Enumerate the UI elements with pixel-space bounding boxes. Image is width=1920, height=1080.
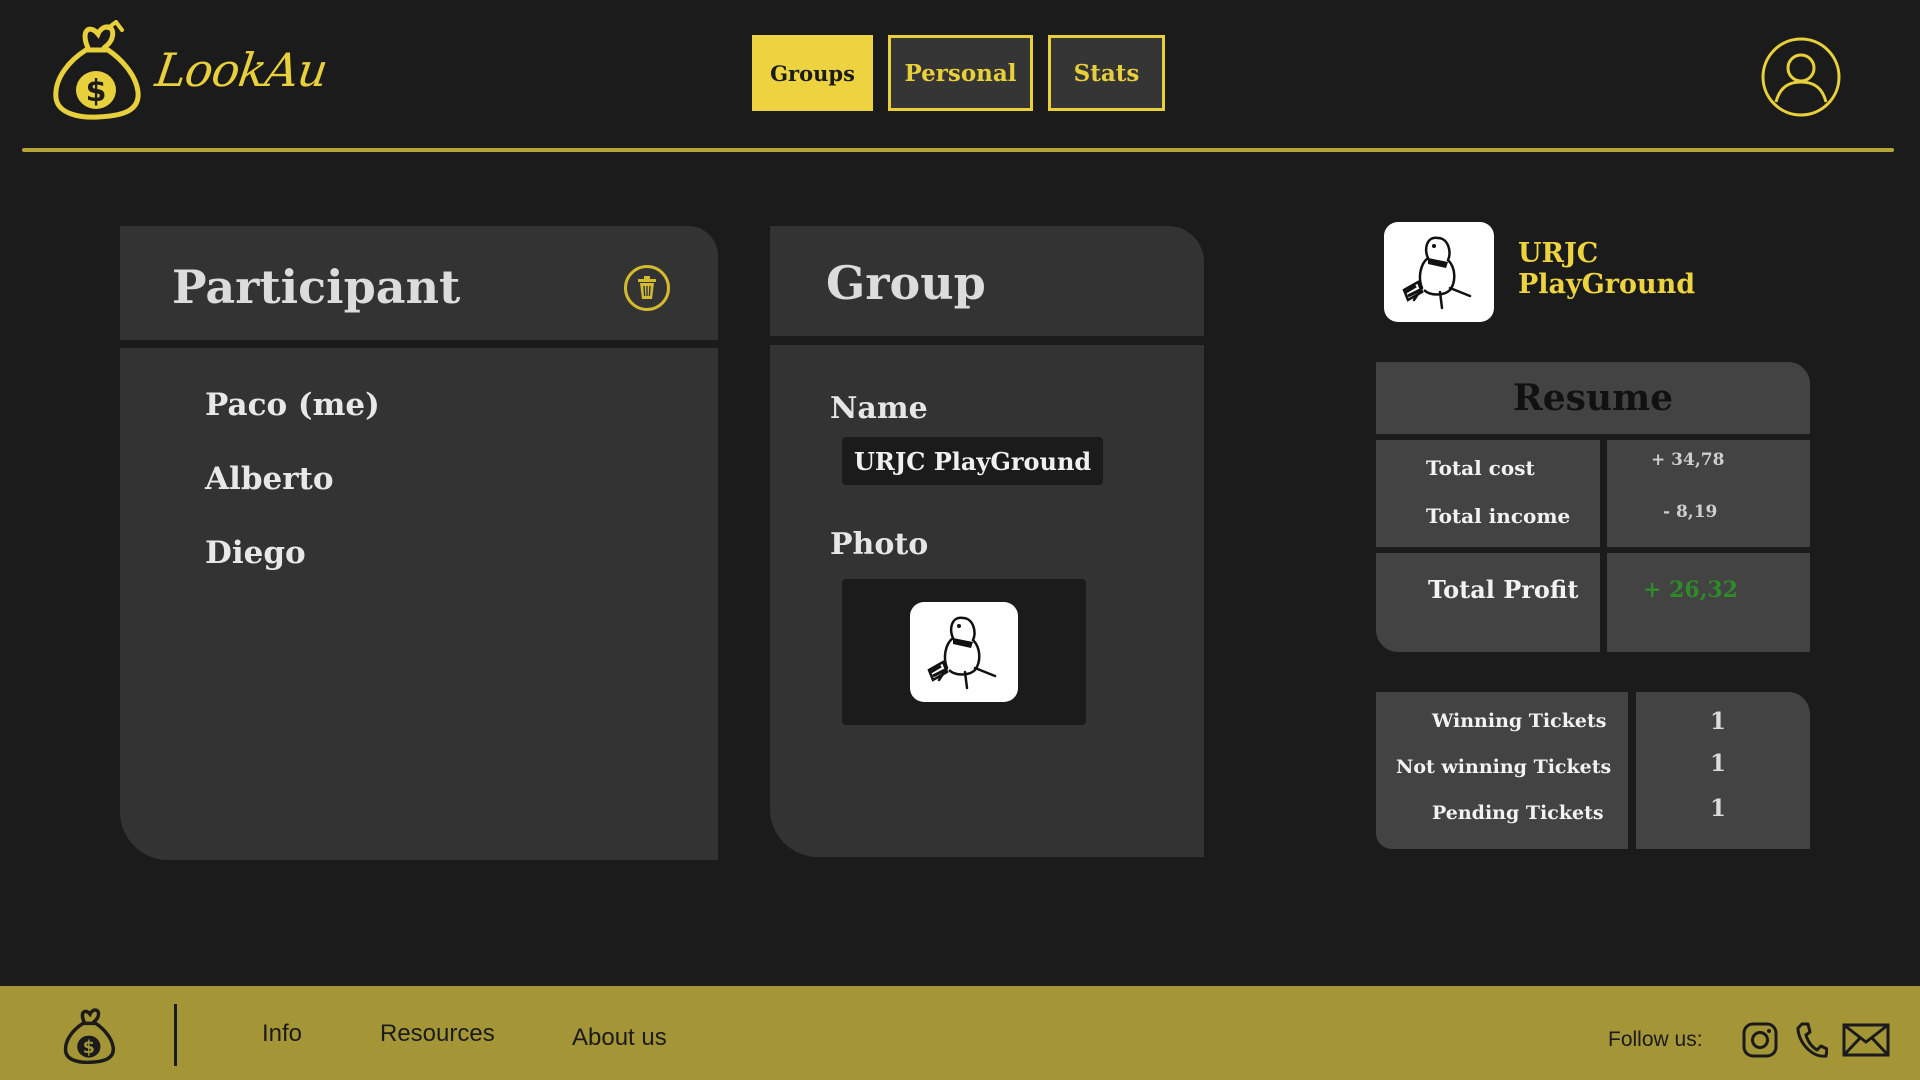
participant-item[interactable]: Alberto — [205, 464, 380, 538]
participant-item[interactable]: Paco (me) — [205, 390, 380, 464]
winning-tickets-count: 1 — [1710, 708, 1727, 735]
profit-label-cell: Total Profit — [1376, 553, 1600, 652]
summary-group-photo — [1384, 222, 1494, 322]
user-circle-icon[interactable] — [1760, 36, 1842, 118]
group-title: Group — [826, 256, 986, 310]
footer-divider — [174, 1004, 177, 1066]
tickets-labels: Winning Tickets Not winning Tickets Pend… — [1376, 692, 1628, 849]
svg-text:$: $ — [83, 1038, 95, 1058]
total-cost-value: + 34,78 — [1651, 450, 1725, 470]
total-cost-label: Total cost — [1426, 456, 1535, 480]
tab-personal[interactable]: Personal — [888, 35, 1033, 111]
photo-label: Photo — [830, 527, 929, 562]
instagram-icon[interactable] — [1742, 1022, 1778, 1058]
not-winning-tickets-label: Not winning Tickets — [1396, 756, 1612, 778]
group-photo — [910, 602, 1018, 702]
money-bag-icon[interactable]: $ — [62, 1006, 118, 1064]
group-name-field[interactable]: URJC PlayGround — [842, 437, 1104, 485]
total-income-label: Total income — [1426, 504, 1571, 528]
top-header: $ LookAu Groups Personal Stats — [0, 0, 1920, 152]
costs-labels: Total cost Total income — [1376, 440, 1600, 547]
penguin-avatar-icon — [1402, 236, 1472, 310]
total-profit-value: + 26,32 — [1643, 577, 1738, 603]
total-profit-label: Total Profit — [1428, 575, 1579, 604]
brand-logo[interactable]: $ LookAu — [50, 20, 331, 120]
svg-text:$: $ — [86, 74, 107, 109]
profit-value-cell: + 26,32 — [1607, 553, 1810, 652]
penguin-avatar-icon — [927, 616, 997, 690]
trash-icon — [638, 276, 656, 299]
group-card-body: Name URJC PlayGround Photo — [770, 345, 1204, 857]
delete-participant-button[interactable] — [624, 265, 670, 311]
tickets-values: 1 1 1 — [1636, 692, 1810, 849]
money-bag-icon: $ — [53, 20, 141, 120]
not-winning-tickets-count: 1 — [1710, 750, 1727, 777]
mail-icon[interactable] — [1842, 1022, 1890, 1058]
total-income-value: - 8,19 — [1663, 502, 1718, 522]
participant-card-header: Participant — [120, 226, 718, 340]
pending-tickets-count: 1 — [1710, 795, 1727, 822]
resume-header: Resume — [1376, 362, 1810, 434]
main-nav: Groups Personal Stats — [752, 35, 1165, 111]
phone-icon[interactable] — [1796, 1022, 1828, 1058]
name-label: Name — [830, 391, 928, 426]
resume-title: Resume — [1512, 377, 1674, 419]
pending-tickets-label: Pending Tickets — [1432, 802, 1604, 824]
tab-groups[interactable]: Groups — [752, 35, 873, 111]
footer: $ Info Resources About us Follow us: — [0, 986, 1920, 1080]
winning-tickets-label: Winning Tickets — [1432, 710, 1607, 732]
footer-link-info[interactable]: Info — [262, 1020, 302, 1048]
participant-list: Paco (me) Alberto Diego — [205, 390, 380, 612]
participant-title: Participant — [172, 260, 461, 314]
follow-us-label: Follow us: — [1608, 1028, 1703, 1051]
tab-stats[interactable]: Stats — [1048, 35, 1165, 111]
group-photo-field[interactable] — [842, 579, 1086, 725]
footer-link-resources[interactable]: Resources — [380, 1020, 495, 1048]
footer-link-about-us[interactable]: About us — [572, 1024, 667, 1052]
summary-group-name: URJC PlayGround — [1518, 238, 1696, 301]
header-divider — [22, 148, 1894, 152]
participant-item[interactable]: Diego — [205, 538, 380, 612]
brand-name: LookAu — [152, 43, 331, 97]
costs-values: + 34,78 - 8,19 — [1607, 440, 1810, 547]
group-card-header: Group — [770, 226, 1204, 336]
participant-card-body: Paco (me) Alberto Diego — [120, 348, 718, 860]
